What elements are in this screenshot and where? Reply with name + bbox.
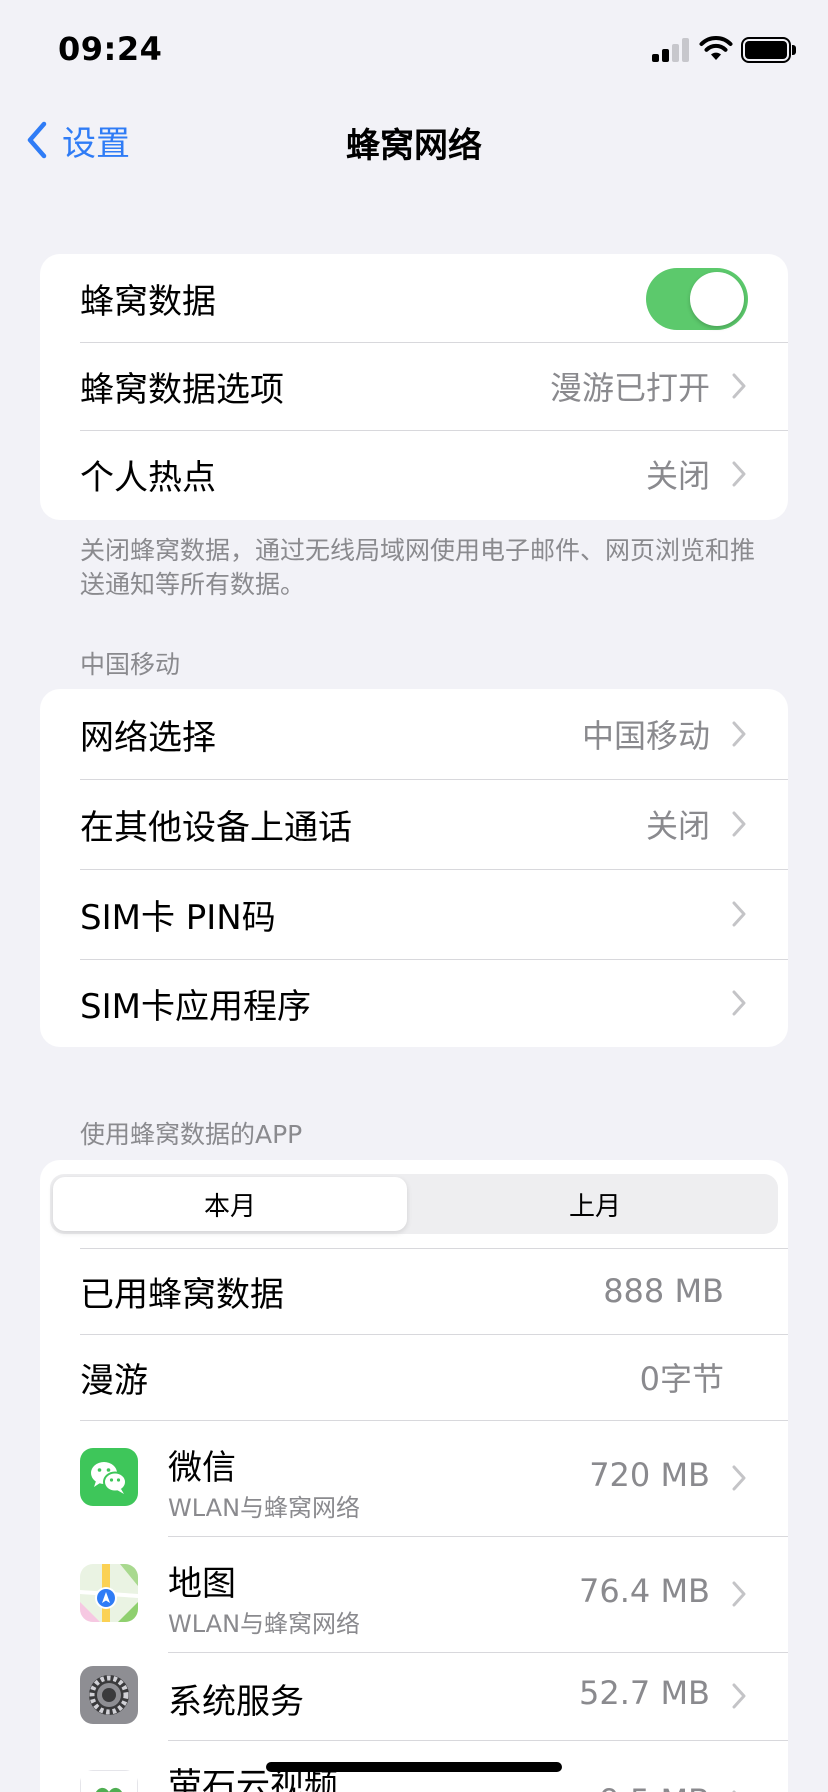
used-cellular-data-value: 888 MB: [603, 1272, 724, 1310]
chevron-right-icon: [732, 1683, 746, 1709]
app-row-wechat[interactable]: 微信 WLAN与蜂窝网络 720 MB: [40, 1420, 788, 1536]
network-selection-label: 网络选择: [80, 717, 216, 758]
maps-icon: [80, 1564, 138, 1622]
navigation-bar: 设置 蜂窝网络: [0, 100, 828, 180]
personal-hotspot-label: 个人热点: [80, 457, 216, 498]
roaming-label: 漫游: [80, 1360, 148, 1401]
app-name: 微信: [168, 1448, 236, 1488]
cellular-signal-icon: [652, 38, 692, 62]
app-usage-value: 720 MB: [589, 1456, 710, 1494]
wechat-icon: [80, 1448, 138, 1506]
chevron-right-icon: [732, 811, 746, 837]
app-name: 系统服务: [168, 1682, 304, 1722]
status-time: 09:24: [58, 30, 163, 68]
app-row-system-services[interactable]: 系统服务 52.7 MB: [40, 1652, 788, 1740]
network-selection-value: 中国移动: [581, 717, 710, 755]
chevron-right-icon: [732, 1581, 746, 1607]
page-title: 蜂窝网络: [346, 126, 482, 166]
calls-other-devices-label: 在其他设备上通话: [80, 807, 352, 848]
app-usage-value: 9.5 MB: [599, 1782, 710, 1792]
cellular-settings-group: 蜂窝数据 蜂窝数据选项 漫游已打开 个人热点 关闭: [40, 254, 788, 520]
used-cellular-data-row: 已用蜂窝数据 888 MB: [40, 1248, 788, 1334]
cellular-data-options-row[interactable]: 蜂窝数据选项 漫游已打开: [40, 342, 788, 430]
cellular-data-label: 蜂窝数据: [80, 281, 216, 322]
roaming-value: 0字节: [639, 1360, 724, 1398]
carrier-section-header: 中国移动: [80, 650, 181, 679]
app-usage-value: 52.7 MB: [579, 1674, 710, 1712]
cellular-data-toggle[interactable]: [646, 268, 748, 330]
calls-other-devices-value: 关闭: [645, 807, 710, 845]
cellular-data-row: 蜂窝数据: [40, 254, 788, 342]
used-cellular-data-label: 已用蜂窝数据: [80, 1274, 284, 1315]
battery-icon: [741, 37, 796, 63]
personal-hotspot-row[interactable]: 个人热点 关闭: [40, 430, 788, 518]
calls-other-devices-row[interactable]: 在其他设备上通话 关闭: [40, 779, 788, 869]
period-segmented-control: 本月 上月: [50, 1174, 778, 1234]
carrier-settings-group: 网络选择 中国移动 在其他设备上通话 关闭 SIM卡 PIN码 SIM卡应用程序: [40, 689, 788, 1047]
personal-hotspot-value: 关闭: [645, 457, 710, 495]
app-usage-value: 76.4 MB: [579, 1572, 710, 1610]
app-network-type: WLAN与蜂窝网络: [168, 1610, 361, 1638]
app-name: 地图: [168, 1564, 236, 1604]
usage-list: 已用蜂窝数据 888 MB 漫游 0字节 微信 WLAN与蜂窝网络 720 MB: [40, 1248, 788, 1792]
status-bar: 09:24: [0, 0, 828, 100]
chevron-right-icon: [732, 721, 746, 747]
chevron-right-icon: [732, 1465, 746, 1491]
sim-pin-label: SIM卡 PIN码: [80, 897, 276, 938]
apps-section-header: 使用蜂窝数据的APP: [80, 1120, 303, 1149]
wifi-icon: [699, 36, 733, 60]
chevron-right-icon: [732, 461, 746, 487]
cellular-data-options-label: 蜂窝数据选项: [80, 369, 284, 410]
app-row-maps[interactable]: 地图 WLAN与蜂窝网络 76.4 MB: [40, 1536, 788, 1652]
cellular-data-footnote: 关闭蜂窝数据，通过无线局域网使用电子邮件、网页浏览和推送通知等所有数据。: [80, 536, 756, 599]
app-usage-group: 本月 上月 已用蜂窝数据 888 MB 漫游 0字节 微信 WLAN与蜂窝网络 …: [40, 1160, 788, 1792]
sim-apps-row[interactable]: SIM卡应用程序: [40, 959, 788, 1047]
segment-last-month[interactable]: 上月: [418, 1177, 772, 1231]
sim-pin-row[interactable]: SIM卡 PIN码: [40, 869, 788, 959]
chevron-right-icon: [732, 990, 746, 1016]
network-selection-row[interactable]: 网络选择 中国移动: [40, 689, 788, 779]
ezviz-icon: [80, 1770, 138, 1792]
app-network-type: WLAN与蜂窝网络: [168, 1494, 361, 1522]
cellular-data-options-value: 漫游已打开: [549, 369, 710, 407]
settings-gear-icon: [80, 1666, 138, 1724]
home-indicator[interactable]: [266, 1762, 562, 1772]
segment-this-month[interactable]: 本月: [53, 1177, 407, 1231]
chevron-right-icon: [732, 901, 746, 927]
roaming-row: 漫游 0字节: [40, 1334, 788, 1420]
sim-apps-label: SIM卡应用程序: [80, 986, 311, 1027]
chevron-right-icon: [732, 373, 746, 399]
